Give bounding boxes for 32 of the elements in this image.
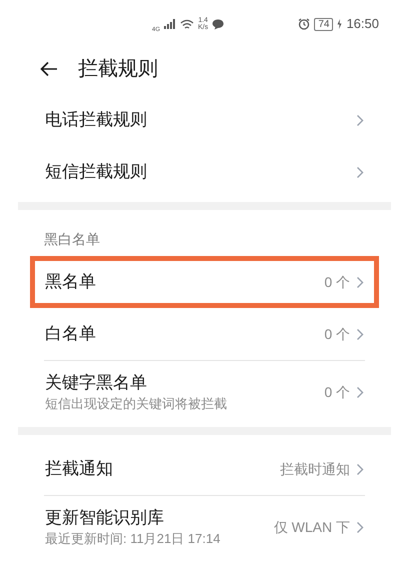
chevron-right-icon	[356, 114, 364, 126]
row-title: 更新智能识别库	[45, 507, 165, 529]
row-title: 黑名单	[45, 271, 96, 293]
row-title: 短信拦截规则	[45, 161, 147, 183]
page-title: 拦截规则	[78, 57, 158, 82]
row-title: 白名单	[45, 323, 96, 345]
chevron-right-icon	[356, 328, 364, 340]
row-title: 电话拦截规则	[45, 109, 147, 131]
wifi-icon	[180, 18, 194, 30]
charging-icon	[337, 19, 342, 29]
row-title: 关键字黑名单	[45, 372, 148, 394]
row-subtitle: 短信出现设定的关键词将被拦截	[45, 395, 228, 413]
row-value: 0 个	[324, 272, 350, 292]
chevron-right-icon	[356, 166, 364, 178]
back-arrow-icon[interactable]	[40, 61, 58, 77]
row-value: 仅 WLAN 下	[274, 518, 350, 536]
chevron-right-icon	[356, 276, 364, 288]
clock-time: 16:50	[346, 15, 379, 34]
alarm-icon	[298, 18, 310, 30]
battery-indicator: 74	[314, 18, 334, 30]
row-value: 0 个	[324, 324, 350, 344]
row-subtitle: 最近更新时间: 11月21日 17:14	[45, 530, 222, 548]
row-value: 拦截时通知	[280, 460, 350, 478]
chat-bubble-icon	[212, 18, 224, 30]
chevron-right-icon	[356, 462, 364, 476]
section-header: 黑白名单	[44, 231, 100, 247]
signal-icon	[164, 19, 176, 29]
chevron-right-icon	[356, 386, 364, 398]
settings-row[interactable]: 黑名单 0 个	[30, 256, 379, 308]
row-title: 拦截通知	[45, 458, 113, 480]
row-value: 0 个	[324, 382, 350, 402]
chevron-right-icon	[356, 520, 364, 534]
